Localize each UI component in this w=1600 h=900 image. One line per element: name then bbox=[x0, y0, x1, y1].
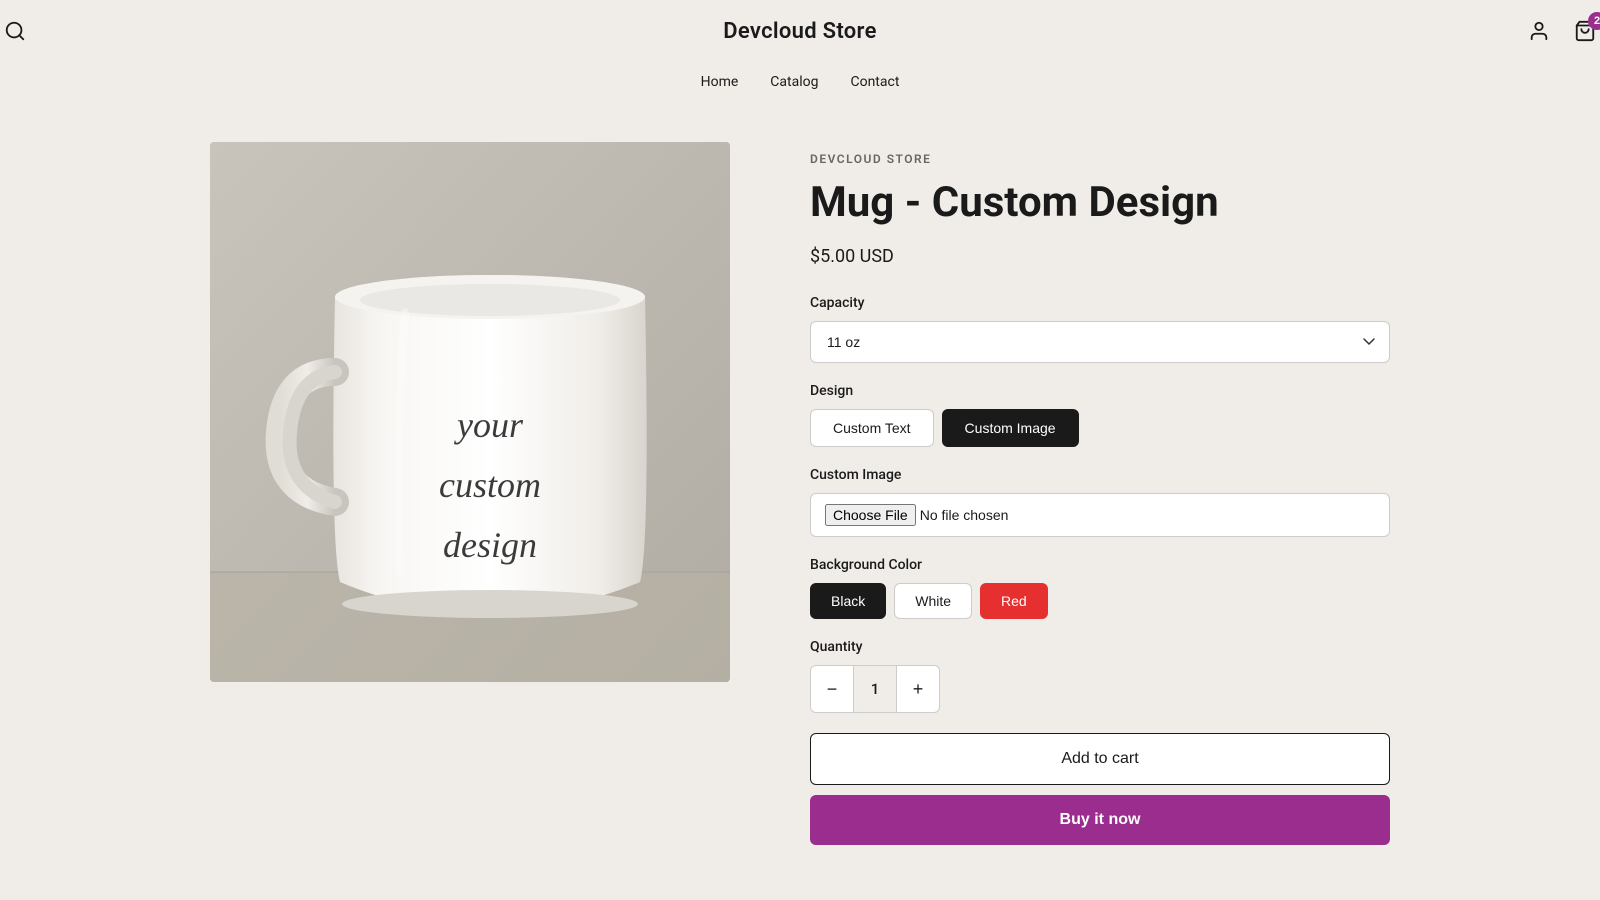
quantity-increase-btn[interactable]: + bbox=[897, 666, 939, 712]
quantity-decrease-btn[interactable]: − bbox=[811, 666, 853, 712]
design-custom-text-btn[interactable]: Custom Text bbox=[810, 409, 934, 447]
svg-text:design: design bbox=[443, 525, 537, 565]
quantity-control: − 1 + bbox=[810, 665, 940, 713]
store-label: DEVCLOUD STORE bbox=[810, 152, 1390, 166]
color-buttons: Black White Red bbox=[810, 583, 1390, 619]
color-black-btn[interactable]: Black bbox=[810, 583, 886, 619]
main-content: your custom design DEVCLOUD STORE Mug - … bbox=[150, 102, 1450, 885]
svg-text:custom: custom bbox=[439, 465, 541, 505]
cart-badge: 2 bbox=[1588, 12, 1600, 30]
design-custom-image-btn[interactable]: Custom Image bbox=[942, 409, 1079, 447]
design-group: Design Custom Text Custom Image bbox=[810, 383, 1390, 447]
custom-image-label: Custom Image bbox=[810, 467, 1390, 483]
custom-image-group: Custom Image bbox=[810, 467, 1390, 537]
bg-color-label: Background Color bbox=[810, 557, 1390, 573]
nav-catalog[interactable]: Catalog bbox=[770, 74, 818, 90]
product-details: DEVCLOUD STORE Mug - Custom Design $5.00… bbox=[810, 142, 1390, 845]
product-price: $5.00 USD bbox=[810, 246, 1390, 267]
product-image-container: your custom design bbox=[210, 142, 730, 845]
file-input[interactable] bbox=[811, 494, 1389, 536]
cart-button[interactable]: 2 bbox=[1570, 16, 1600, 46]
mug-illustration: your custom design bbox=[210, 142, 730, 682]
capacity-label: Capacity bbox=[810, 295, 1390, 311]
svg-text:your: your bbox=[454, 405, 524, 445]
quantity-value: 1 bbox=[854, 680, 896, 698]
nav-contact[interactable]: Contact bbox=[850, 74, 899, 90]
header-right: 2 bbox=[1524, 16, 1600, 46]
color-white-btn[interactable]: White bbox=[894, 583, 972, 619]
quantity-group: Quantity − 1 + bbox=[810, 639, 1390, 713]
account-button[interactable] bbox=[1524, 16, 1554, 46]
add-to-cart-button[interactable]: Add to cart bbox=[810, 733, 1390, 785]
search-icon bbox=[4, 20, 26, 42]
file-input-wrapper bbox=[810, 493, 1390, 537]
user-icon bbox=[1528, 20, 1550, 42]
main-nav: Home Catalog Contact bbox=[0, 62, 1600, 102]
design-buttons: Custom Text Custom Image bbox=[810, 409, 1390, 447]
product-image: your custom design bbox=[210, 142, 730, 682]
capacity-group: Capacity 11 oz bbox=[810, 295, 1390, 363]
store-name: Devcloud Store bbox=[723, 19, 876, 44]
header: Devcloud Store 2 Home Catalog Contact bbox=[0, 0, 1600, 102]
quantity-label: Quantity bbox=[810, 639, 1390, 655]
search-button[interactable] bbox=[0, 16, 30, 46]
color-red-btn[interactable]: Red bbox=[980, 583, 1048, 619]
design-label: Design bbox=[810, 383, 1390, 399]
header-left bbox=[0, 16, 30, 46]
capacity-select[interactable]: 11 oz bbox=[810, 321, 1390, 363]
buy-now-button[interactable]: Buy it now bbox=[810, 795, 1390, 845]
product-title: Mug - Custom Design bbox=[810, 178, 1390, 228]
nav-home[interactable]: Home bbox=[701, 74, 739, 90]
bg-color-group: Background Color Black White Red bbox=[810, 557, 1390, 619]
